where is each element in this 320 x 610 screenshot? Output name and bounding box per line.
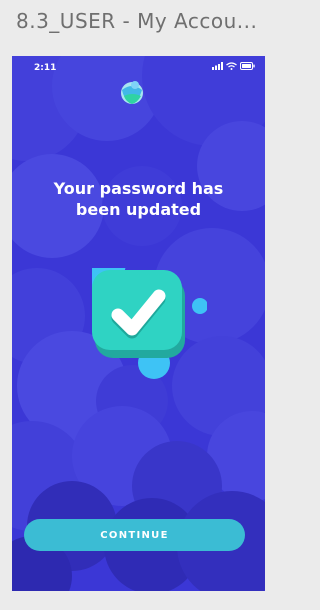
continue-button[interactable]: CONTINUE — [24, 519, 245, 551]
signal-icon — [212, 62, 223, 70]
status-time: 2:11 — [34, 63, 57, 73]
battery-icon — [240, 62, 255, 70]
phone-screen: 2:11 Your password has been updated CONT… — [12, 56, 265, 591]
success-message: Your password has been updated — [12, 178, 265, 220]
artboard-title: 8.3_USER - My Accou... — [16, 9, 258, 33]
status-icons — [212, 62, 255, 70]
success-message-line1: Your password has — [53, 179, 224, 198]
success-message-line2: been updated — [75, 200, 202, 219]
wifi-icon — [226, 62, 237, 70]
app-logo-icon — [121, 81, 143, 104]
success-illustration — [92, 268, 207, 379]
